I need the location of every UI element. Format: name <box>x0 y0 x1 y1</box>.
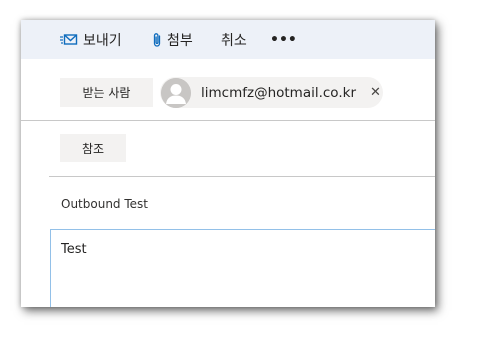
attach-label: 첨부 <box>167 32 193 49</box>
cc-button[interactable]: 참조 <box>60 134 126 162</box>
recipient-chip[interactable]: limcmfz@hotmail.co.kr ✕ <box>160 77 383 108</box>
send-button[interactable]: 보내기 <box>60 20 122 59</box>
close-icon[interactable]: ✕ <box>370 85 381 100</box>
subject-field[interactable]: Outbound Test <box>49 177 435 229</box>
compose-window: 보내기 첨부 취소 ••• 받는 사람 limcmfz@hotmail.co.k… <box>21 20 435 307</box>
cc-row: 참조 <box>49 121 435 177</box>
to-button[interactable]: 받는 사람 <box>60 78 153 107</box>
send-label: 보내기 <box>83 32 122 49</box>
person-icon <box>161 77 191 108</box>
more-options-icon: ••• <box>270 31 297 48</box>
subject-text: Outbound Test <box>61 197 148 211</box>
attach-button[interactable]: 첨부 <box>152 20 193 59</box>
cancel-button[interactable]: 취소 <box>221 20 247 59</box>
to-row: 받는 사람 limcmfz@hotmail.co.kr ✕ <box>21 59 435 121</box>
compose-toolbar: 보내기 첨부 취소 ••• <box>21 20 435 59</box>
message-body-text: Test <box>61 242 87 257</box>
message-body-editor[interactable]: Test <box>50 229 435 307</box>
recipient-email: limcmfz@hotmail.co.kr <box>201 84 356 101</box>
send-icon <box>60 33 78 47</box>
cancel-label: 취소 <box>221 32 247 49</box>
paperclip-icon <box>152 32 162 48</box>
more-options-button[interactable]: ••• <box>270 20 297 59</box>
